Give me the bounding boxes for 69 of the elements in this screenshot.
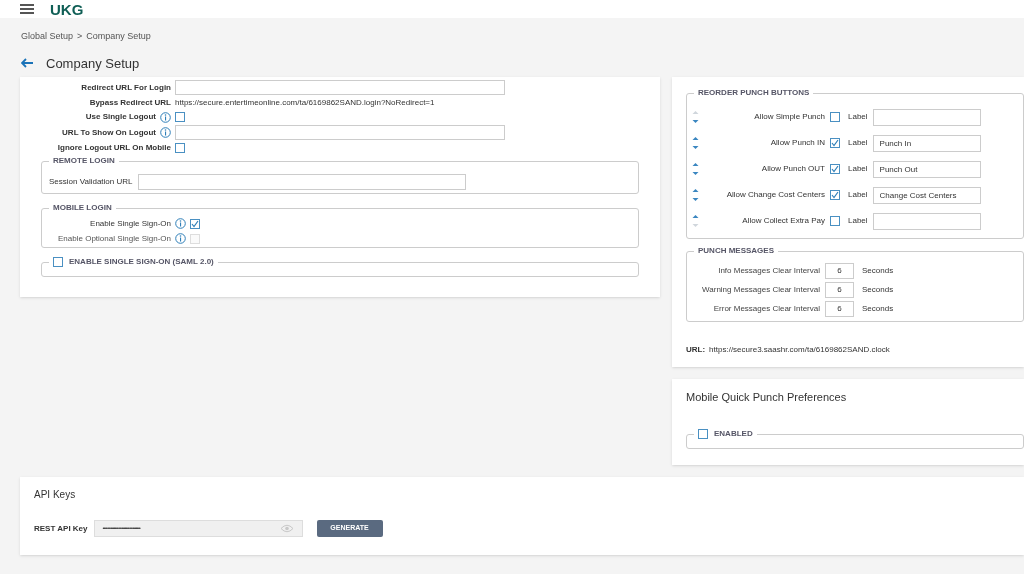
checkbox[interactable] <box>830 112 840 122</box>
field-label: Label <box>848 189 868 201</box>
group-title: ENABLED <box>714 427 753 440</box>
checkbox[interactable] <box>830 190 840 200</box>
input-field[interactable] <box>872 108 981 126</box>
reorder-arrows-icon[interactable] <box>692 110 699 124</box>
field-label: Allow Punch OUT <box>761 163 825 175</box>
field-label: Redirect URL For Login <box>80 81 171 94</box>
input-field[interactable]: Punch In <box>872 134 981 152</box>
url-text: https://secure3.saashr.com/ta/6169862SAND.clock <box>709 344 890 356</box>
info-icon[interactable] <box>160 127 171 138</box>
reorder-arrows-icon[interactable] <box>692 162 699 176</box>
input-field[interactable] <box>175 125 505 140</box>
unit-label: Seconds <box>862 283 894 296</box>
url-label: URL: <box>686 344 706 356</box>
field-label: Warning Messages Clear Interval <box>702 283 820 296</box>
info-icon[interactable] <box>160 111 171 123</box>
input-field[interactable]: Change Cost Centers <box>872 186 981 204</box>
field-label: Enable Optional Single Sign-On <box>58 232 171 245</box>
checkbox[interactable] <box>175 143 185 153</box>
checkbox[interactable] <box>830 216 840 226</box>
reorder-arrows-icon[interactable] <box>692 188 699 202</box>
input-field[interactable] <box>175 80 505 95</box>
input-field[interactable] <box>138 173 467 190</box>
reorder-arrows-icon[interactable] <box>692 214 699 228</box>
field-label: Use Single Logout <box>84 111 156 123</box>
group-title: ENABLE SINGLE SIGN-ON (SAML 2.0) <box>69 256 214 268</box>
field-label: Allow Punch IN <box>770 137 825 149</box>
checkbox[interactable] <box>698 428 708 439</box>
checkbox[interactable] <box>830 164 840 174</box>
unit-label: Seconds <box>862 302 894 315</box>
info-icon[interactable] <box>175 218 186 229</box>
field-label: Allow Simple Punch <box>754 111 825 123</box>
field-label: Enable Single Sign-On <box>90 217 171 230</box>
field-label: Info Messages Clear Interval <box>718 264 820 277</box>
field-label: URL To Show On Logout <box>61 126 156 139</box>
page-title: Company Setup <box>46 54 140 73</box>
menu-icon[interactable] <box>20 4 34 14</box>
field-label: Allow Change Cost Centers <box>726 189 825 201</box>
field-label: REST API Key <box>34 522 88 535</box>
field-label: Bypass Redirect URL <box>88 97 171 109</box>
breadcrumb-link[interactable]: Global Setup <box>21 30 74 44</box>
info-icon[interactable] <box>175 233 186 244</box>
field-label: Label <box>848 163 868 175</box>
section-title: Mobile Quick Punch Preferences <box>686 390 848 405</box>
field-label: Error Messages Clear Interval <box>713 302 820 315</box>
input-field[interactable]: 6 <box>825 281 854 298</box>
input-field[interactable]: 6 <box>825 262 854 279</box>
field-label: Allow Collect Extra Pay <box>742 215 825 227</box>
field-label: Label <box>848 111 868 123</box>
checkbox[interactable] <box>53 257 63 267</box>
reorder-arrows-icon[interactable] <box>692 136 699 150</box>
unit-label: Seconds <box>862 264 894 277</box>
breadcrumb-link[interactable]: Company Setup <box>86 30 151 44</box>
field-label: Ignore Logout URL On Mobile <box>56 142 171 154</box>
section-title: API Keys <box>34 488 77 502</box>
logo: UKG <box>50 1 84 17</box>
input-field[interactable] <box>872 212 981 230</box>
checkbox[interactable] <box>175 112 185 122</box>
field-label: Session Validation URL <box>49 175 133 188</box>
input-field[interactable]: Punch Out <box>872 160 981 178</box>
field-value: https://secure.entertimeonline.com/ta/6169862SAND.login?NoRedirect=1 <box>175 97 435 109</box>
checkbox[interactable] <box>830 138 840 148</box>
field-label: Label <box>848 137 868 149</box>
field-label: Label <box>848 215 868 227</box>
breadcrumb-separator: > <box>77 30 83 43</box>
input-field[interactable]: 6 <box>825 300 854 317</box>
checkbox[interactable] <box>190 218 200 229</box>
back-arrow-icon[interactable] <box>21 58 34 69</box>
